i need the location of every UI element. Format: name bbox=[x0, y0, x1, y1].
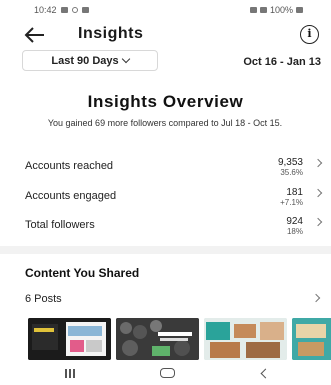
chevron-down-icon bbox=[121, 54, 130, 64]
status-right: 100% bbox=[249, 5, 303, 15]
status-bar: 10:42 100% bbox=[0, 0, 331, 20]
system-nav-bar bbox=[0, 362, 331, 385]
date-range-dropdown[interactable]: Last 90 Days bbox=[22, 50, 158, 71]
metric-label: Accounts reached bbox=[25, 160, 114, 172]
metric-change: +7.1% bbox=[280, 198, 303, 207]
back-icon[interactable] bbox=[260, 368, 271, 379]
home-icon[interactable] bbox=[160, 368, 175, 378]
post-thumbnail[interactable] bbox=[116, 318, 199, 360]
metric-number: 181 bbox=[286, 187, 303, 198]
metric-total-followers[interactable]: Total followers 924 18% bbox=[0, 216, 331, 246]
metric-label: Total followers bbox=[25, 219, 95, 231]
page-title: Insights bbox=[78, 25, 144, 42]
metric-change: 18% bbox=[286, 227, 303, 236]
header: Insights i bbox=[0, 20, 331, 50]
post-thumbnail[interactable] bbox=[204, 318, 287, 360]
metric-label: Accounts engaged bbox=[25, 190, 117, 202]
chevron-right-icon bbox=[313, 217, 323, 227]
recent-apps-icon[interactable] bbox=[65, 369, 75, 378]
battery-icon bbox=[296, 7, 303, 13]
metric-accounts-engaged[interactable]: Accounts engaged 181 +7.1% bbox=[0, 187, 331, 217]
section-divider bbox=[0, 246, 331, 254]
post-thumbnail[interactable] bbox=[292, 318, 331, 360]
notification-icon bbox=[60, 7, 68, 13]
overview-subtitle: You gained 69 more followers compared to… bbox=[47, 118, 283, 128]
metric-number: 924 bbox=[286, 216, 303, 227]
status-left: 10:42 bbox=[34, 5, 89, 15]
chevron-right-icon bbox=[313, 188, 323, 198]
info-icon[interactable]: i bbox=[300, 25, 319, 44]
battery-percent: 100% bbox=[269, 5, 293, 15]
wifi-icon bbox=[259, 7, 267, 13]
metric-number: 9,353 bbox=[277, 157, 303, 168]
date-range-text: Oct 16 - Jan 13 bbox=[243, 56, 321, 68]
content-section-title: Content You Shared bbox=[25, 266, 140, 280]
overview-title: Insights Overview bbox=[87, 92, 244, 111]
back-arrow-icon[interactable] bbox=[24, 24, 46, 46]
chevron-right-icon bbox=[311, 293, 321, 303]
metric-change: 35.6% bbox=[280, 168, 303, 177]
post-thumbnail[interactable] bbox=[28, 318, 111, 360]
posts-row[interactable]: 6 Posts bbox=[0, 290, 331, 308]
notification-icon bbox=[81, 7, 89, 13]
metric-value: 181 +7.1% bbox=[280, 188, 303, 208]
signal-icon bbox=[249, 7, 257, 13]
posts-count: 6 Posts bbox=[25, 293, 62, 305]
notification-icon bbox=[71, 7, 78, 13]
status-time: 10:42 bbox=[34, 5, 57, 15]
date-range-label: Last 90 Days bbox=[51, 54, 119, 67]
metric-value: 924 18% bbox=[286, 217, 303, 237]
post-thumbnails bbox=[28, 318, 331, 360]
metric-value: 9,353 35.6% bbox=[278, 158, 303, 178]
chevron-right-icon bbox=[313, 158, 323, 168]
metric-accounts-reached[interactable]: Accounts reached 9,353 35.6% bbox=[0, 157, 331, 187]
